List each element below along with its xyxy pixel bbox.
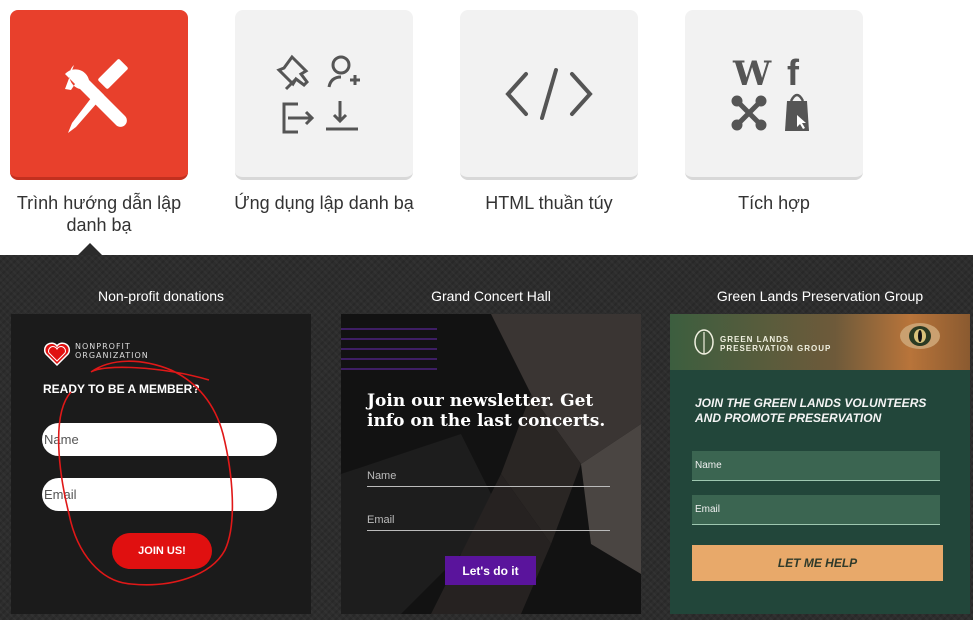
add-user-icon bbox=[331, 55, 351, 74]
tools-icon bbox=[65, 58, 128, 133]
integrations-grid: W f bbox=[731, 52, 809, 131]
red-circle-annotation bbox=[57, 360, 234, 586]
tab-label: Trình hướng dẫn lập danh bạ bbox=[16, 193, 182, 235]
template-nonprofit[interactable]: NONPROFIT ORGANIZATION READY TO BE A MEM… bbox=[11, 314, 311, 614]
tab-label: HTML thuần túy bbox=[485, 193, 613, 213]
name-field[interactable] bbox=[367, 465, 610, 487]
tab-signup-wizard[interactable] bbox=[10, 10, 188, 180]
tab-signup-apps[interactable] bbox=[235, 10, 413, 180]
app-icons-grid bbox=[276, 54, 360, 133]
subscribe-button[interactable]: Let's do it bbox=[445, 556, 536, 585]
tab-integrations[interactable]: W f bbox=[685, 10, 863, 180]
form-heading: JOIN THE GREEN LANDS VOLUNTEERS AND PROM… bbox=[695, 396, 927, 425]
tab-label: Tích hợp bbox=[738, 193, 810, 213]
help-button[interactable]: LET ME HELP bbox=[692, 545, 943, 581]
template-title: Green Lands Preservation Group bbox=[716, 288, 924, 304]
logo-text: GREEN LANDS PRESERVATION GROUP bbox=[720, 335, 832, 353]
template-green-lands[interactable]: GREEN LANDS PRESERVATION GROUP JOIN THE … bbox=[670, 314, 970, 614]
wordpress-icon: W bbox=[732, 54, 772, 94]
code-icon bbox=[505, 67, 593, 120]
template-concert-hall[interactable]: Join our newsletter. Get info on the las… bbox=[341, 314, 641, 614]
template-title: Non-profit donations bbox=[97, 288, 225, 304]
tab-pure-html[interactable] bbox=[460, 10, 638, 180]
email-field[interactable] bbox=[692, 495, 940, 525]
joomla-icon bbox=[731, 95, 767, 130]
shopping-bag-icon bbox=[785, 93, 809, 131]
active-tab-pointer bbox=[78, 243, 102, 255]
facebook-icon: f bbox=[787, 52, 800, 93]
name-field[interactable] bbox=[692, 451, 940, 481]
form-heading: Join our newsletter. Get info on the las… bbox=[367, 391, 606, 431]
tab-label: Ứng dụng lập danh bạ bbox=[234, 193, 414, 213]
signup-method-selector: Trình hướng dẫn lập danh bạ Ứng dụng lập… bbox=[0, 0, 973, 255]
email-field[interactable] bbox=[367, 509, 610, 531]
template-title: Grand Concert Hall bbox=[431, 288, 551, 304]
template-gallery: Non-profit donations NONPROFIT ORGANIZAT… bbox=[0, 255, 973, 620]
